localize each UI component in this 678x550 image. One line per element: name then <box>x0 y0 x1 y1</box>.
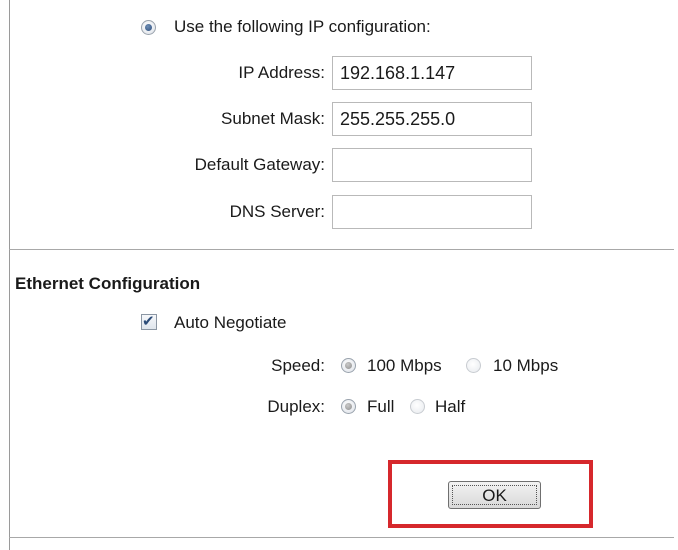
panel-left-border <box>9 0 10 550</box>
ok-button[interactable]: OK <box>448 481 541 509</box>
checkmark-icon: ✔ <box>142 312 155 330</box>
default-gateway-input[interactable] <box>332 148 532 182</box>
ip-address-label: IP Address: <box>238 63 325 82</box>
duplex-full-radio[interactable] <box>341 399 356 414</box>
use-following-ip-label: Use the following IP configuration: <box>174 17 431 36</box>
subnet-mask-input[interactable] <box>332 102 532 136</box>
speed-label: Speed: <box>271 356 325 375</box>
bottom-divider <box>9 537 674 538</box>
speed-10-label: 10 Mbps <box>493 356 559 375</box>
subnet-mask-label: Subnet Mask: <box>221 109 325 128</box>
section-divider <box>9 249 674 250</box>
speed-10-radio[interactable] <box>466 358 481 373</box>
default-gateway-label: Default Gateway: <box>194 155 325 174</box>
auto-negotiate-checkbox[interactable]: ✔ <box>141 312 157 330</box>
ok-button-label: OK <box>452 485 537 505</box>
duplex-half-label: Half <box>435 397 466 416</box>
duplex-label: Duplex: <box>267 397 325 416</box>
auto-negotiate-label: Auto Negotiate <box>174 313 287 332</box>
ethernet-configuration-heading: Ethernet Configuration <box>15 274 201 293</box>
speed-100-radio[interactable] <box>341 358 356 373</box>
dns-server-input[interactable] <box>332 195 532 229</box>
dns-server-label: DNS Server: <box>229 202 325 221</box>
duplex-full-label: Full <box>367 397 395 416</box>
use-following-ip-radio[interactable] <box>141 20 156 35</box>
speed-100-label: 100 Mbps <box>367 356 442 375</box>
duplex-half-radio[interactable] <box>410 399 425 414</box>
ip-address-input[interactable] <box>332 56 532 90</box>
